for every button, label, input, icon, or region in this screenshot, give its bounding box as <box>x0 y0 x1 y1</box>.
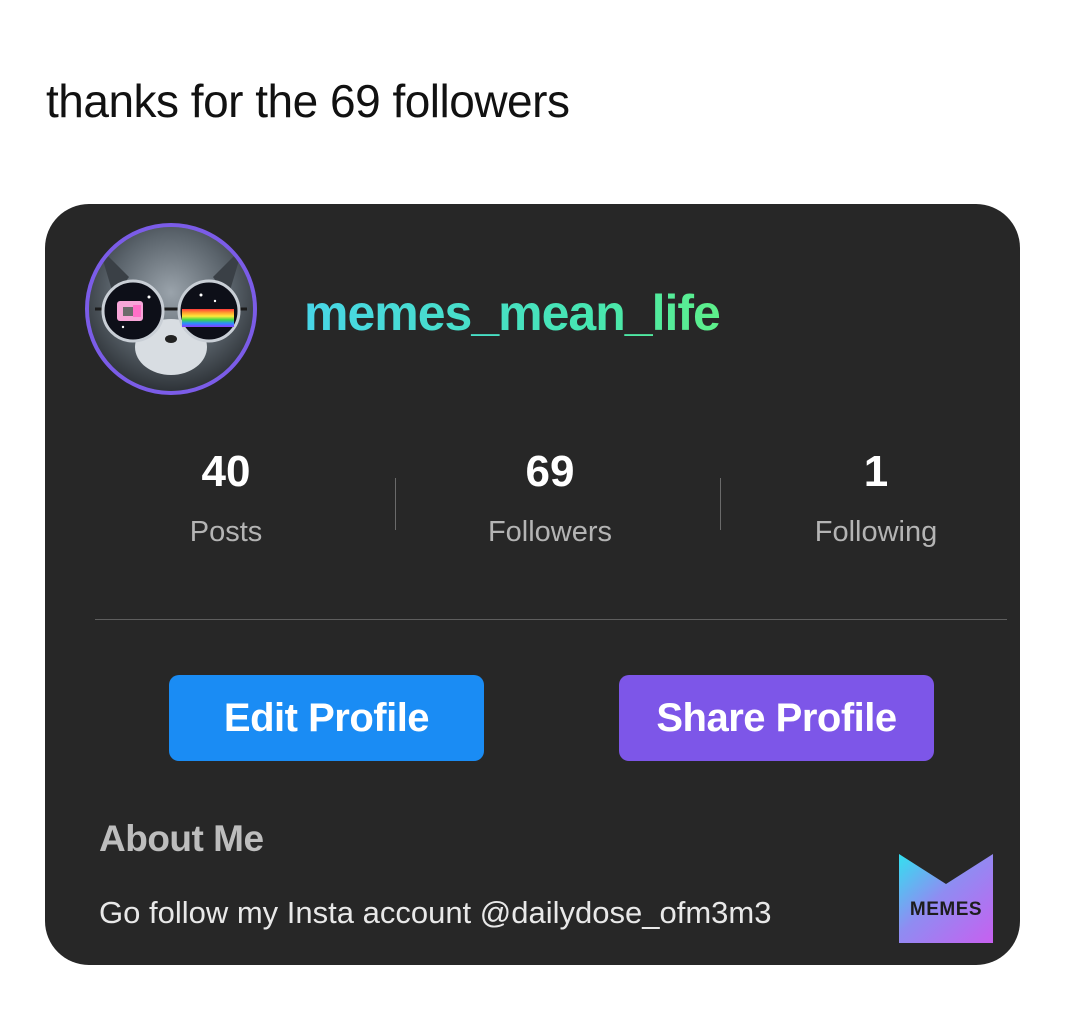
profile-card: memes_mean_life 40 Posts 69 Followers 1 … <box>45 204 1020 965</box>
stat-posts-value: 40 <box>201 447 251 496</box>
profile-username[interactable]: memes_mean_life <box>304 284 721 342</box>
stat-following-label: Following <box>814 516 938 548</box>
share-profile-button[interactable]: Share Profile <box>619 675 934 761</box>
section-divider <box>95 619 1007 620</box>
stat-followers[interactable]: 69 Followers <box>430 442 670 549</box>
memes-logo-label: MEMES <box>909 899 983 920</box>
stat-divider <box>720 478 721 530</box>
profile-avatar[interactable] <box>85 223 257 395</box>
cat-avatar-icon <box>89 227 253 391</box>
stat-posts[interactable]: 40 Posts <box>106 442 346 549</box>
caption-text: thanks for the 69 followers <box>46 75 570 127</box>
about-heading: About Me <box>99 818 264 859</box>
stat-divider <box>395 478 396 530</box>
stat-followers-label: Followers <box>487 516 613 548</box>
edit-profile-button[interactable]: Edit Profile <box>169 675 484 761</box>
memes-logo: MEMES <box>899 854 993 943</box>
stat-followers-value: 69 <box>525 447 575 496</box>
stat-posts-label: Posts <box>189 516 263 548</box>
about-text: Go follow my Insta account @dailydose_of… <box>99 895 772 930</box>
stat-following[interactable]: 1 Following <box>756 442 996 549</box>
stat-following-value: 1 <box>863 447 889 496</box>
